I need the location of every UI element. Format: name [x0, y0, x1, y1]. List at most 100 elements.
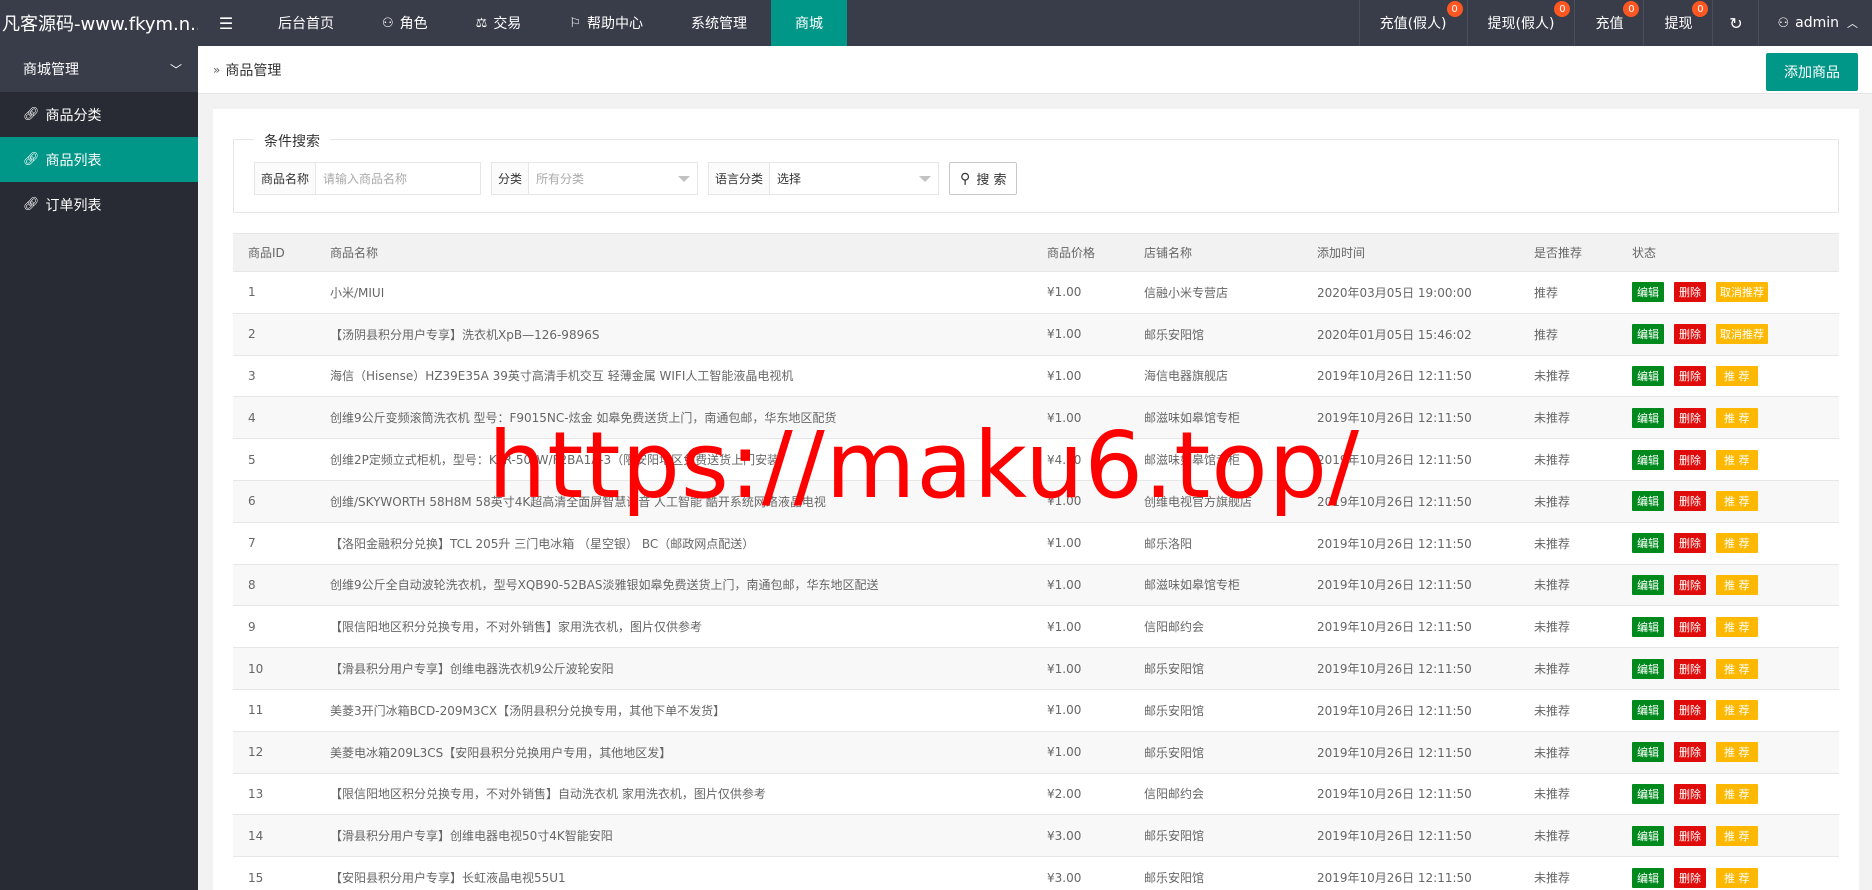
table-row: 3 海信（Hisense）HZ39E35A 39英寸高清手机交互 轻薄金属 WIF… [233, 355, 1839, 398]
delete-button[interactable]: 删除 [1674, 574, 1706, 595]
sidebar-item-products[interactable]: 🔗︎ 商品列表 [0, 137, 198, 182]
menu-toggle-button[interactable]: ☰ [198, 0, 254, 46]
cell-actions: 编辑 删除推 荐 [1617, 480, 1839, 523]
cell-shop: 邮滋味如皋馆专柜 [1129, 396, 1302, 440]
edit-button[interactable]: 编辑 [1632, 742, 1664, 763]
cell-shop: 邮乐安阳馆 [1129, 689, 1302, 732]
sidebar-item-orders[interactable]: 🔗︎ 订单列表 [0, 182, 198, 227]
nav-item-roles[interactable]: ⚇ 角色 [358, 0, 452, 46]
sidebar-item-categories[interactable]: 🔗︎ 商品分类 [0, 92, 198, 137]
nav-item-home[interactable]: 后台首页 [254, 0, 358, 46]
recommend-button[interactable]: 推 荐 [1716, 491, 1758, 512]
row-actions: 编辑 删除推 荐 [1632, 365, 1824, 386]
recommend-button[interactable]: 推 荐 [1716, 616, 1758, 637]
cell-name: 美菱电冰箱209L3CS【安阳县积分兑换用户专用，其他地区发】 [315, 731, 1032, 774]
delete-button[interactable]: 删除 [1674, 742, 1706, 763]
cell-time: 2019年10月26日 12:11:50 [1302, 396, 1519, 440]
row-actions: 编辑 删除推 荐 [1632, 407, 1824, 428]
delete-button[interactable]: 删除 [1674, 407, 1706, 428]
table-row: 10 【滑县积分用户专享】创维电器洗衣机9公斤波轮安阳 ¥1.00 邮乐安阳馆 2019… [233, 647, 1839, 690]
row-actions: 编辑 删除推 荐 [1632, 533, 1824, 554]
cell-price: ¥3.00 [1032, 856, 1129, 890]
recommend-button[interactable]: 推 荐 [1716, 742, 1758, 763]
edit-button[interactable]: 编辑 [1632, 365, 1664, 386]
sidebar-group-mall[interactable]: 商城管理 ﹀ [0, 46, 198, 92]
edit-button[interactable]: 编辑 [1632, 574, 1664, 595]
cancel-recommend-button[interactable]: 取消推荐 [1716, 282, 1768, 303]
recommend-button[interactable]: 推 荐 [1716, 574, 1758, 595]
delete-button[interactable]: 删除 [1674, 658, 1706, 679]
cell-time: 2020年01月05日 15:46:02 [1302, 313, 1519, 356]
search-form: 商品名称 分类 所有分类 语言分类 选择 [254, 162, 1018, 195]
nav-item-trade[interactable]: ⚖ 交易 [452, 0, 546, 46]
edit-button[interactable]: 编辑 [1632, 825, 1664, 846]
caret-down-icon [678, 175, 691, 182]
edit-button[interactable]: 编辑 [1632, 407, 1664, 428]
category-select[interactable]: 所有分类 [529, 163, 698, 194]
recommend-button[interactable]: 推 荐 [1716, 658, 1758, 679]
cell-shop: 邮乐洛阳 [1129, 522, 1302, 565]
recommend-button[interactable]: 推 荐 [1716, 449, 1758, 470]
recharge-link[interactable]: 充值 0 [1574, 0, 1643, 46]
edit-button[interactable]: 编辑 [1632, 783, 1664, 804]
nav-item-mall[interactable]: 商城 [770, 0, 847, 46]
recommend-button[interactable]: 推 荐 [1716, 700, 1758, 721]
recommend-button[interactable]: 推 荐 [1716, 867, 1758, 888]
recommend-button[interactable]: 推 荐 [1716, 365, 1758, 386]
edit-button[interactable]: 编辑 [1632, 700, 1664, 721]
cell-actions: 编辑 删除 取消推荐 [1617, 271, 1839, 314]
table-header-row: 商品ID 商品名称 商品价格 店铺名称 添加时间 是否推荐 状态 [233, 233, 1839, 272]
nav-item-label: 提现 [1664, 16, 1693, 32]
language-select[interactable]: 选择 [770, 163, 939, 194]
column-header: 店铺名称 [1129, 233, 1302, 272]
recommend-button[interactable]: 推 荐 [1716, 407, 1758, 428]
edit-button[interactable]: 编辑 [1632, 324, 1664, 345]
cell-shop: 信阳邮约会 [1129, 605, 1302, 649]
edit-button[interactable]: 编辑 [1632, 616, 1664, 637]
delete-button[interactable]: 删除 [1674, 282, 1706, 303]
delete-button[interactable]: 删除 [1674, 365, 1706, 386]
nav-item-system[interactable]: 系统管理 [667, 0, 771, 46]
delete-button[interactable]: 删除 [1674, 449, 1706, 470]
delete-button[interactable]: 删除 [1674, 700, 1706, 721]
delete-button[interactable]: 删除 [1674, 491, 1706, 512]
edit-button[interactable]: 编辑 [1632, 449, 1664, 470]
delete-button[interactable]: 删除 [1674, 616, 1706, 637]
column-header: 是否推荐 [1519, 233, 1617, 272]
cell-name: 【汤阴县积分用户专享】洗衣机XpB—126-9896S [315, 313, 1032, 356]
table-row: 11 美菱3开门冰箱BCD-209M3CX【汤阴县积分兑换专用，其他下单不发货】 ¥… [233, 689, 1839, 732]
add-product-button[interactable]: 添加商品 [1766, 53, 1858, 91]
nav-item-label: 充值(假人) [1379, 16, 1447, 32]
delete-button[interactable]: 删除 [1674, 825, 1706, 846]
delete-button[interactable]: 删除 [1674, 533, 1706, 554]
cell-actions: 编辑 删除推 荐 [1617, 438, 1839, 481]
link-icon: 🔗︎ [23, 197, 40, 212]
search-fieldset: 条件搜索 商品名称 分类 所有分类 语言分类 选择 [233, 131, 1839, 213]
recharge-fake-link[interactable]: 充值(假人) 0 [1358, 0, 1467, 46]
cell-name: 【限信阳地区积分兑换专用，不对外销售】家用洗衣机，图片仅供参考 [315, 605, 1032, 649]
recommend-button[interactable]: 推 荐 [1716, 825, 1758, 846]
cancel-recommend-button[interactable]: 取消推荐 [1716, 324, 1768, 345]
edit-button[interactable]: 编辑 [1632, 491, 1664, 512]
breadcrumb: » 商品管理 添加商品 [198, 46, 1872, 94]
main-content: » 商品管理 添加商品 条件搜索 商品名称 分类 所有分类 语言分类 [198, 46, 1872, 890]
cell-recommend: 推荐 [1519, 271, 1617, 314]
edit-button[interactable]: 编辑 [1632, 282, 1664, 303]
withdraw-link[interactable]: 提现 0 [1643, 0, 1712, 46]
edit-button[interactable]: 编辑 [1632, 867, 1664, 888]
user-menu[interactable]: ⚇ admin ︿ [1758, 0, 1872, 46]
search-button[interactable]: ⚲ 搜 索 [949, 162, 1018, 195]
refresh-button[interactable]: ↻ [1712, 0, 1758, 46]
edit-button[interactable]: 编辑 [1632, 533, 1664, 554]
withdraw-fake-link[interactable]: 提现(假人) 0 [1466, 0, 1575, 46]
nav-item-help[interactable]: ⚐ 帮助中心 [545, 0, 667, 46]
product-name-input[interactable] [316, 163, 481, 194]
row-actions: 编辑 删除推 荐 [1632, 658, 1824, 679]
delete-button[interactable]: 删除 [1674, 324, 1706, 345]
recommend-button[interactable]: 推 荐 [1716, 783, 1758, 804]
edit-button[interactable]: 编辑 [1632, 658, 1664, 679]
delete-button[interactable]: 删除 [1674, 867, 1706, 888]
cell-price: ¥1.00 [1032, 396, 1129, 440]
delete-button[interactable]: 删除 [1674, 783, 1706, 804]
recommend-button[interactable]: 推 荐 [1716, 533, 1758, 554]
